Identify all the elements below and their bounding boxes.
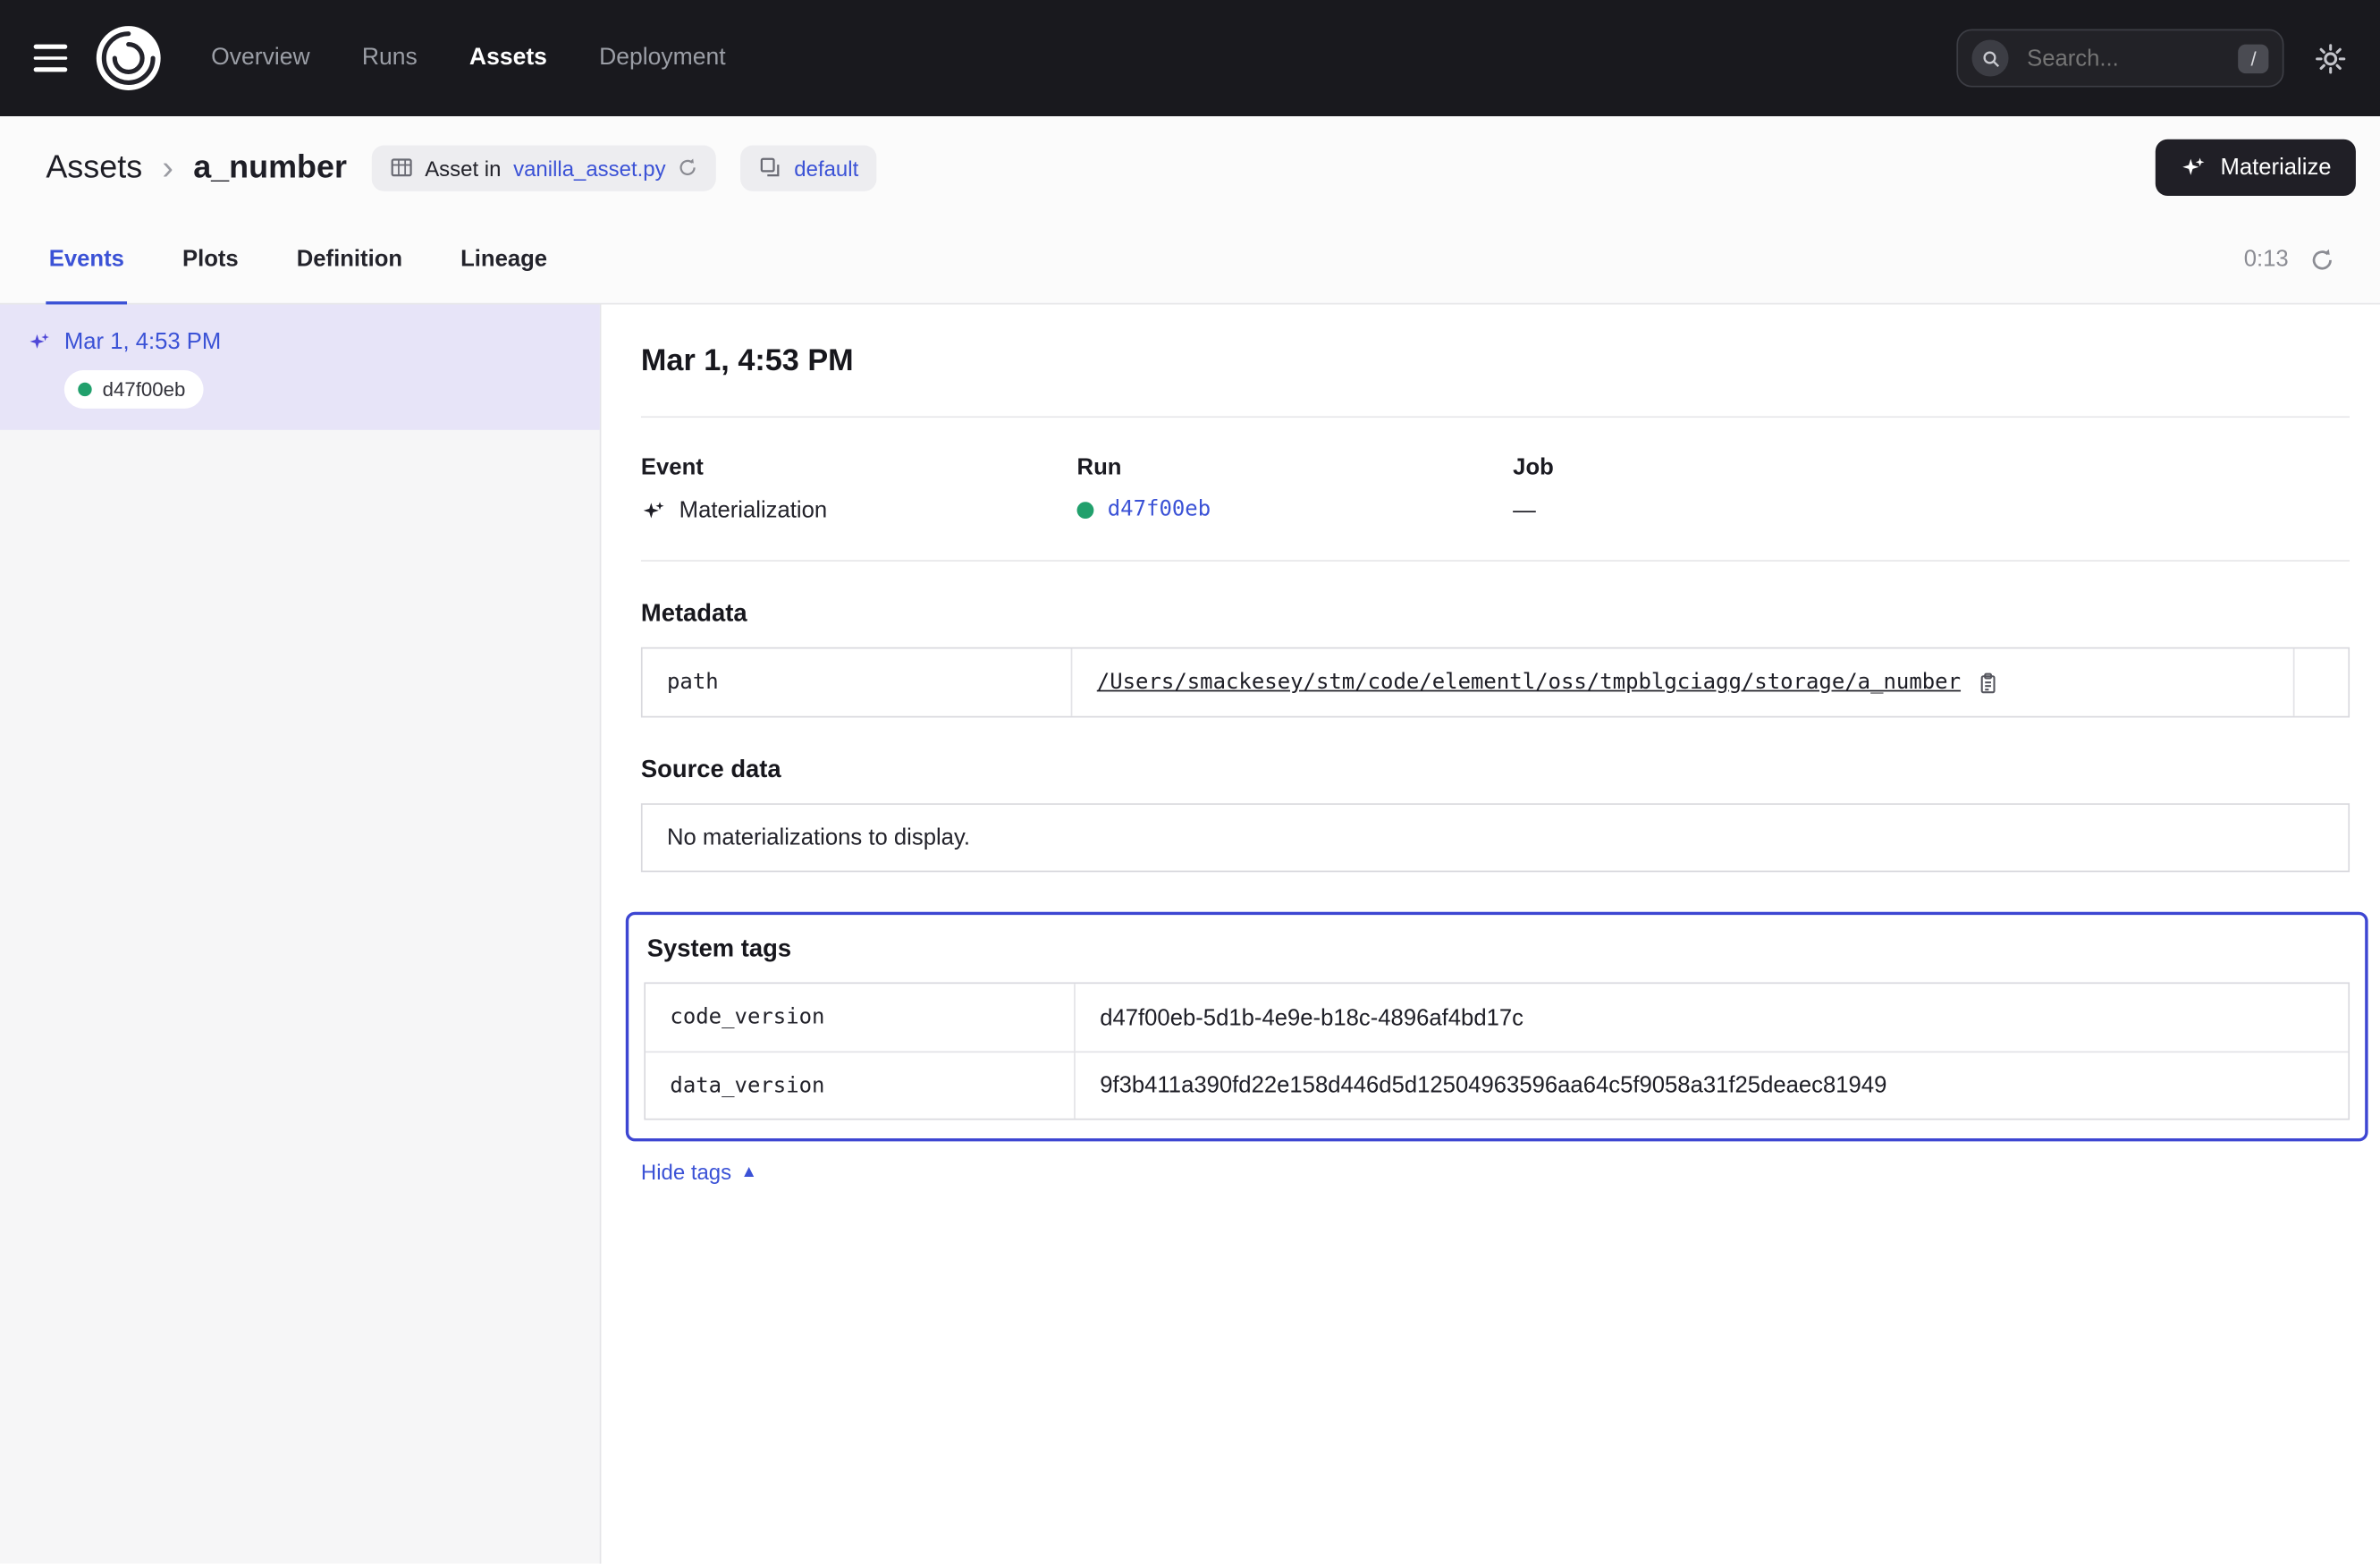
search-input[interactable] xyxy=(2024,44,2224,73)
run-id-pill-label: d47f00eb xyxy=(103,378,186,402)
refresh-timer: 0:13 xyxy=(2244,246,2289,272)
table-icon xyxy=(390,156,413,180)
system-tags-section: System tags code_version d47f00eb-5d1b-4… xyxy=(626,912,2368,1142)
search-shortcut-key: / xyxy=(2239,44,2269,73)
refresh-icon[interactable] xyxy=(2310,247,2334,271)
asset-group-icon xyxy=(759,156,782,180)
metadata-path-link[interactable]: /Users/smackesey/stm/code/elementl/oss/t… xyxy=(1097,670,1961,694)
run-status-dot xyxy=(1077,501,1094,518)
source-data-heading: Source data xyxy=(641,757,2350,785)
fact-run-label: Run xyxy=(1077,454,1514,480)
run-id-link[interactable]: d47f00eb xyxy=(1108,497,1211,521)
page-body: Mar 1, 4:53 PM d47f00eb Mar 1, 4:53 PM E… xyxy=(0,304,2380,1563)
materialize-button[interactable]: Materialize xyxy=(2156,139,2356,196)
tab-lineage[interactable]: Lineage xyxy=(458,216,551,304)
event-detail-title: Mar 1, 4:53 PM xyxy=(641,344,2350,379)
tab-plots[interactable]: Plots xyxy=(180,216,242,304)
system-tags-heading: System tags xyxy=(647,936,2347,964)
event-list-sidebar: Mar 1, 4:53 PM d47f00eb xyxy=(0,304,601,1563)
global-search[interactable]: / xyxy=(1956,30,2283,88)
asset-definition-chip[interactable]: Asset in vanilla_asset.py xyxy=(371,145,716,190)
event-facts-row: Event Materialization Run xyxy=(641,454,2350,523)
fact-job-label: Job xyxy=(1513,454,1949,480)
asset-group-link[interactable]: default xyxy=(794,156,858,180)
materialize-button-label: Materialize xyxy=(2220,155,2331,181)
system-tag-key: code_version xyxy=(646,984,1074,1051)
nav-item-overview[interactable]: Overview xyxy=(211,45,310,72)
divider xyxy=(641,416,2350,418)
metadata-key: path xyxy=(643,648,1071,715)
topbar-right-cluster: / xyxy=(1956,30,2346,88)
search-icon xyxy=(1971,39,2008,76)
event-timestamp: Mar 1, 4:53 PM xyxy=(64,329,221,355)
tab-definition[interactable]: Definition xyxy=(293,216,405,304)
system-tag-key: data_version xyxy=(646,1053,1074,1119)
metadata-row-path: path /Users/smackesey/stm/code/elementl/… xyxy=(643,648,2349,715)
hide-tags-button[interactable]: Hide tags ▲ xyxy=(641,1160,757,1184)
top-navigation-bar: Overview Runs Assets Deployment / xyxy=(0,0,2380,116)
fact-job: Job — xyxy=(1513,454,1949,523)
dagster-logo[interactable] xyxy=(95,24,162,91)
asset-header: Assets › a_number Asset in vanilla_asset… xyxy=(0,116,2380,216)
source-data-empty-state: No materializations to display. xyxy=(641,803,2350,872)
nav-item-assets[interactable]: Assets xyxy=(469,45,547,72)
copy-path-icon[interactable] xyxy=(1976,671,1999,694)
run-id-pill[interactable]: d47f00eb xyxy=(64,370,204,409)
asset-chip-prefix: Asset in xyxy=(425,156,501,180)
nav-item-runs[interactable]: Runs xyxy=(362,45,418,72)
run-status-dot xyxy=(78,383,91,396)
asset-group-chip[interactable]: default xyxy=(740,145,876,190)
asset-tabs: Events Plots Definition Lineage 0:13 xyxy=(0,216,2380,304)
gear-icon[interactable] xyxy=(2315,42,2347,74)
menu-icon[interactable] xyxy=(34,45,68,71)
caret-up-icon: ▲ xyxy=(740,1162,757,1181)
breadcrumb: Assets › a_number xyxy=(46,149,347,186)
system-tag-value: d47f00eb-5d1b-4e9e-b18c-4896af4bd17c xyxy=(1074,984,2348,1051)
system-tag-value: 9f3b411a390fd22e158d446d5d12504963596aa6… xyxy=(1074,1053,2348,1119)
event-detail-pane: Mar 1, 4:53 PM Event Materialization xyxy=(601,304,2380,1563)
event-list-item-selected[interactable]: Mar 1, 4:53 PM d47f00eb xyxy=(0,304,600,429)
system-tags-table: code_version d47f00eb-5d1b-4e9e-b18c-489… xyxy=(644,982,2350,1120)
system-tag-row-code-version: code_version d47f00eb-5d1b-4e9e-b18c-489… xyxy=(646,984,2348,1051)
breadcrumb-asset-name: a_number xyxy=(193,149,347,186)
fact-event: Event Materialization xyxy=(641,454,1077,523)
hide-tags-label: Hide tags xyxy=(641,1160,731,1184)
tabs-right-cluster: 0:13 xyxy=(2244,216,2334,303)
fact-event-value: Materialization xyxy=(679,497,827,523)
asset-file-link[interactable]: vanilla_asset.py xyxy=(513,156,665,180)
fact-job-value: — xyxy=(1513,497,1536,523)
tab-events[interactable]: Events xyxy=(46,216,127,304)
fact-run: Run d47f00eb xyxy=(1077,454,1514,523)
metadata-table: path /Users/smackesey/stm/code/elementl/… xyxy=(641,647,2350,718)
materialization-sparkle-icon xyxy=(28,331,51,354)
sparkle-icon xyxy=(2181,155,2207,181)
reload-definitions-icon[interactable] xyxy=(678,157,697,177)
metadata-action-cell xyxy=(2293,648,2349,715)
fact-event-label: Event xyxy=(641,454,1077,480)
main-nav: Overview Runs Assets Deployment xyxy=(211,45,726,72)
system-tag-row-data-version: data_version 9f3b411a390fd22e158d446d5d1… xyxy=(646,1051,2348,1118)
materialization-sparkle-icon xyxy=(641,498,665,522)
breadcrumb-assets-link[interactable]: Assets xyxy=(46,149,142,186)
nav-item-deployment[interactable]: Deployment xyxy=(599,45,726,72)
dagster-app: Overview Runs Assets Deployment / xyxy=(0,0,2380,1564)
metadata-heading: Metadata xyxy=(641,601,2350,629)
divider xyxy=(641,560,2350,562)
chevron-right-icon: › xyxy=(162,151,173,185)
